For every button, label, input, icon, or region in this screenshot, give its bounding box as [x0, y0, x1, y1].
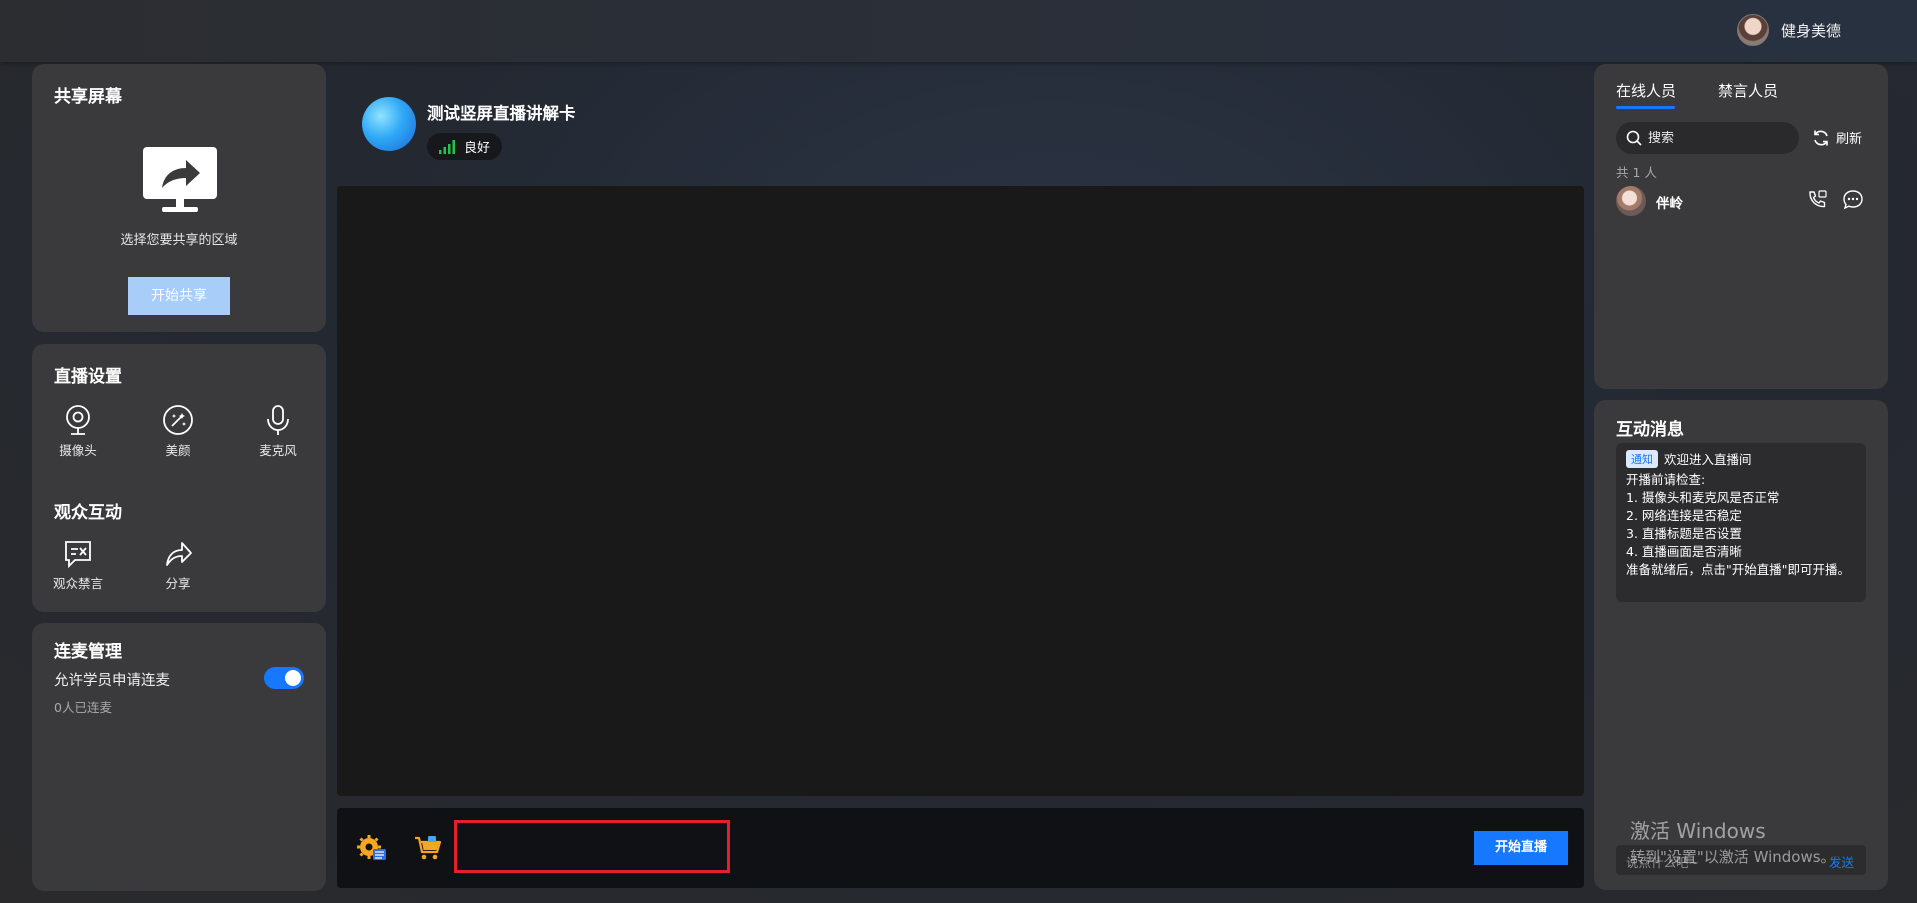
- network-status-badge: 良好: [427, 133, 503, 160]
- member-search[interactable]: [1616, 122, 1799, 154]
- camera-button[interactable]: 摄像头: [38, 404, 118, 459]
- share-tip: 选择您要共享的区域: [120, 233, 238, 248]
- system-message: 通知 欢迎进入直播间 开播前请检查: 1. 摄像头和麦克风是否正常 2. 网络连…: [1616, 443, 1866, 602]
- share-screen-icon: [143, 147, 217, 212]
- share-icon: [166, 542, 192, 566]
- refresh-label: 刷新: [1836, 132, 1863, 147]
- search-icon: [1626, 130, 1642, 146]
- search-input[interactable]: [1648, 130, 1788, 146]
- beauty-icon: [163, 405, 193, 435]
- refresh-icon: [1814, 130, 1828, 145]
- notice-tag: 通知: [1626, 449, 1658, 468]
- chat-icon[interactable]: [1842, 189, 1864, 211]
- member-avatar: [1616, 186, 1646, 216]
- network-status-text: 良好: [464, 141, 491, 156]
- signal-icon: [439, 139, 455, 154]
- tab-online-members[interactable]: 在线人员: [1616, 80, 1676, 101]
- message-line: 准备就绪后，点击"开始直播"即可开播。: [1626, 562, 1850, 577]
- notice-text: 欢迎进入直播间: [1664, 452, 1752, 467]
- message-line: 开播前请检查:: [1626, 472, 1706, 487]
- highlight-box: [454, 820, 730, 873]
- avatar[interactable]: [1736, 14, 1769, 46]
- start-live-button[interactable]: 开始直播: [1474, 831, 1568, 865]
- beauty-button[interactable]: 美颜: [138, 404, 218, 459]
- room-logo: [362, 97, 416, 151]
- allow-link-mic-toggle[interactable]: [264, 667, 304, 689]
- user-profile[interactable]: 健身美德: [1736, 14, 1841, 46]
- shopping-cart-icon[interactable]: [413, 832, 443, 862]
- top-bar: 健身美德: [0, 0, 1917, 62]
- beauty-label: 美颜: [165, 443, 191, 458]
- video-preview-area[interactable]: [337, 186, 1584, 796]
- linked-count: 0人已连麦: [54, 700, 112, 715]
- active-tab-indicator: [1616, 106, 1675, 109]
- live-settings-title: 直播设置: [54, 367, 122, 387]
- share-screen-panel: 共享屏幕 选择您要共享的区域 开始共享: [32, 64, 326, 332]
- gear-list-icon[interactable]: [357, 832, 387, 862]
- message-line: 3. 直播标题是否设置: [1626, 526, 1742, 541]
- user-name: 健身美德: [1780, 21, 1841, 40]
- link-mic-panel: 连麦管理 允许学员申请连麦 0人已连麦: [32, 623, 326, 891]
- share-button[interactable]: 分享: [138, 539, 218, 592]
- start-share-button[interactable]: 开始共享: [128, 277, 230, 315]
- microphone-button[interactable]: 麦克风: [238, 404, 318, 459]
- refresh-button[interactable]: 刷新: [1812, 128, 1862, 147]
- message-line: 2. 网络连接是否稳定: [1626, 508, 1742, 523]
- room-title: 测试竖屏直播讲解卡: [427, 104, 576, 123]
- member-count: 共 1 人: [1616, 165, 1657, 180]
- microphone-label: 麦克风: [259, 443, 297, 458]
- share-screen-title: 共享屏幕: [54, 87, 122, 107]
- camera-icon: [66, 405, 90, 435]
- tab-muted-members[interactable]: 禁言人员: [1718, 80, 1778, 101]
- audience-interaction-title: 观众互动: [54, 503, 122, 523]
- member-row[interactable]: 伴岭: [1616, 186, 1868, 218]
- message-line: 1. 摄像头和麦克风是否正常: [1626, 490, 1780, 505]
- live-control-bar: 开始直播: [337, 808, 1584, 888]
- online-members-panel: 在线人员 禁言人员 刷新 共 1 人 伴岭: [1594, 64, 1888, 389]
- live-settings-panel: 直播设置 摄像头 美颜 麦克风 观众互动 观众禁言 分享: [32, 344, 326, 612]
- microphone-icon: [267, 405, 289, 435]
- mute-audience-label: 观众禁言: [52, 576, 103, 591]
- mute-audience-icon: [65, 541, 91, 569]
- mute-audience-button[interactable]: 观众禁言: [38, 539, 118, 592]
- messages-title: 互动消息: [1616, 420, 1684, 440]
- allow-link-mic-label: 允许学员申请连麦: [54, 673, 170, 689]
- member-name: 伴岭: [1656, 196, 1683, 212]
- windows-activation-watermark: 激活 Windows 转到"设置"以激活 Windows。: [1630, 815, 1836, 867]
- link-mic-call-icon[interactable]: [1806, 189, 1828, 211]
- camera-label: 摄像头: [59, 443, 97, 458]
- message-line: 4. 直播画面是否清晰: [1626, 544, 1742, 559]
- share-label: 分享: [165, 576, 191, 591]
- watermark-subtitle: 转到"设置"以激活 Windows。: [1630, 848, 1836, 866]
- link-mic-title: 连麦管理: [54, 642, 122, 662]
- watermark-title: 激活 Windows: [1630, 819, 1766, 843]
